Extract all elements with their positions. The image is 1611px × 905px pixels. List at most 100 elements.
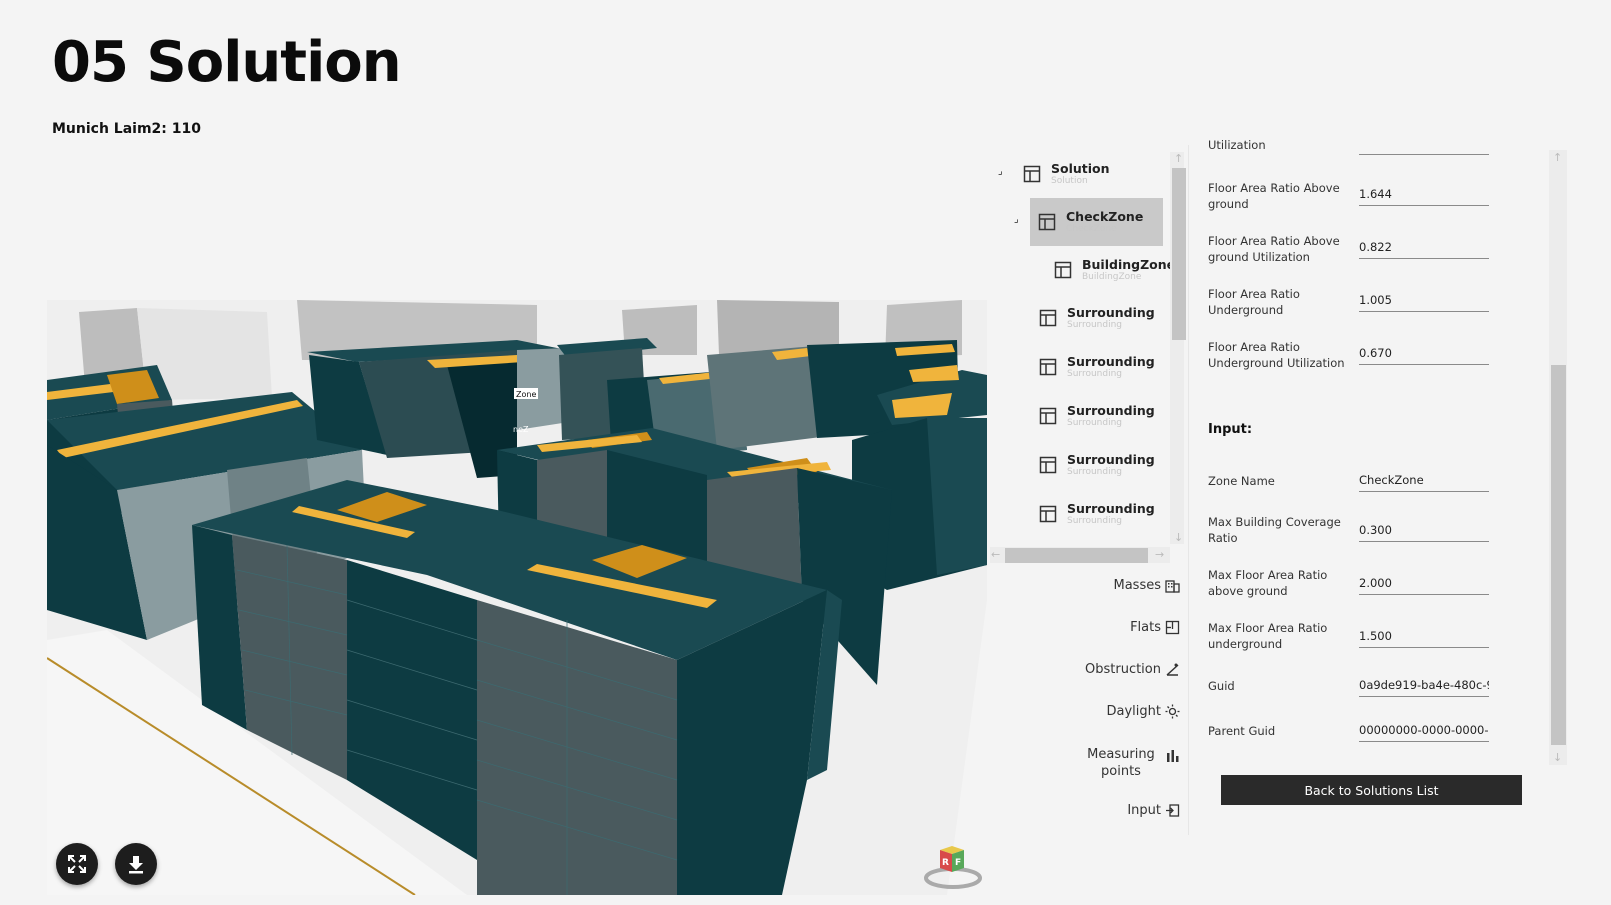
property-label: Max Building Coverage Ratio (1208, 515, 1341, 545)
tree-item-label: CheckZone (1066, 208, 1144, 224)
scroll-up-icon[interactable]: ↑ (1553, 152, 1562, 163)
tree-item-type: Surrounding (1067, 467, 1123, 478)
tree-item-type: Surrounding (1067, 516, 1123, 527)
scroll-down-icon[interactable]: ↓ (1174, 532, 1183, 543)
tree-item-surrounding[interactable]: Surrounding Surrounding (1031, 490, 1188, 538)
collapse-caret-icon[interactable]: ⌟ (998, 166, 1003, 177)
back-to-solutions-button[interactable]: Back to Solutions List (1221, 775, 1522, 805)
tree-item-type: Surrounding (1067, 320, 1123, 331)
expand-icon (68, 855, 86, 873)
tree-item-type: Surrounding (1067, 369, 1123, 380)
bar-chart-icon (1167, 750, 1179, 762)
tree-item-type: Solution (1051, 176, 1088, 187)
building-icon (1165, 580, 1180, 593)
tree-item-type: Surrounding (1067, 418, 1123, 429)
tree-item-label: Surrounding (1067, 402, 1155, 418)
tree-item-type: BuildingZone (1082, 272, 1142, 283)
nav-daylight[interactable]: Daylight (1107, 704, 1180, 719)
layout-icon (1039, 358, 1057, 376)
layout-icon (1039, 456, 1057, 474)
tree-item-buildingzone[interactable]: BuildingZone BuildingZone (1046, 246, 1175, 294)
tree-item-label: BuildingZone (1082, 256, 1176, 272)
property-label: Max Floor Area Ratio above ground (1208, 568, 1328, 598)
cube-letter-r: R (942, 858, 949, 868)
property-label: Utilization (1208, 140, 1266, 152)
download-icon (129, 856, 143, 874)
tree-item-solution[interactable]: Solution Solution (1015, 150, 1185, 198)
collapse-caret-icon[interactable]: ⌟ (1014, 214, 1019, 225)
zone-name-field[interactable]: CheckZone (1359, 473, 1489, 492)
nav-label: Input (1127, 803, 1161, 818)
nav-flats[interactable]: Flats (1130, 620, 1180, 635)
scroll-up-icon[interactable]: ↑ (1174, 153, 1183, 164)
cube-letter-f: F (955, 858, 961, 868)
tree-item-surrounding[interactable]: Surrounding Surrounding (1031, 392, 1188, 440)
properties-scroll-thumb[interactable] (1551, 365, 1566, 745)
guid-field[interactable]: 0a9de919-ba4e-480c-9 (1359, 678, 1489, 697)
nav-label: Daylight (1106, 704, 1161, 719)
property-value: 0.670 (1359, 346, 1489, 365)
property-label: Max Floor Area Ratio underground (1208, 621, 1328, 651)
property-label: Floor Area Ratio Above ground Utilizatio… (1208, 234, 1340, 264)
nav-label: Obstruction (1085, 662, 1161, 677)
property-label: Floor Area Ratio Underground (1208, 287, 1300, 317)
nav-label: Masses (1113, 578, 1162, 593)
tree-item-label: Solution (1051, 160, 1110, 176)
orientation-ring (924, 867, 982, 889)
nav-input[interactable]: Input (1127, 803, 1180, 818)
sun-icon (1165, 704, 1180, 719)
property-label: Guid (1208, 679, 1235, 693)
tree-item-label: Surrounding (1067, 353, 1155, 369)
property-value: 1.005 (1359, 293, 1489, 312)
scene-tree[interactable]: ⌟ Solution Solution ⌟ CheckZone CheckZone … (995, 150, 1188, 550)
nav-label: Measuring points (1087, 747, 1155, 779)
input-icon (1166, 804, 1180, 817)
nav-masses[interactable]: Masses (1114, 578, 1181, 593)
tree-item-label: Surrounding (1067, 304, 1155, 320)
layout-icon (1054, 261, 1072, 279)
layout-icon (1039, 505, 1057, 523)
project-subtitle: Munich Laim2: 110 (52, 121, 201, 137)
scroll-down-icon[interactable]: ↓ (1553, 752, 1562, 763)
layout-icon (1023, 165, 1041, 183)
nav-measuring-points[interactable]: Measuring points (1081, 746, 1180, 780)
layout-icon (1038, 213, 1056, 231)
floorplan-icon (1165, 620, 1180, 635)
fullscreen-button[interactable] (56, 843, 98, 885)
property-label: Floor Area Ratio Above ground (1208, 181, 1340, 211)
obstruction-icon (1166, 663, 1179, 676)
3d-scene[interactable]: Zone neZ (47, 300, 987, 895)
page-title: 05 Solution (52, 30, 402, 95)
scroll-right-icon[interactable]: → (1155, 549, 1164, 560)
parent-guid-field[interactable]: 00000000-0000-0000-0 (1359, 723, 1489, 742)
nav-obstruction[interactable]: Obstruction (1085, 662, 1180, 677)
property-label: Zone Name (1208, 474, 1275, 488)
layout-icon (1039, 407, 1057, 425)
property-value: 1.644 (1359, 187, 1489, 206)
tree-item-label: Surrounding (1067, 451, 1155, 467)
tree-item-surrounding[interactable]: Surrounding Surrounding (1031, 441, 1188, 489)
tree-hscroll-thumb[interactable] (1005, 548, 1148, 563)
tree-scroll-thumb[interactable] (1172, 168, 1186, 340)
tree-item-surrounding[interactable]: Surrounding Surrounding (1031, 343, 1188, 391)
tree-item-surrounding[interactable]: Surrounding Surrounding (1031, 294, 1188, 342)
property-value: 0.822 (1359, 240, 1489, 259)
panel-divider (1188, 145, 1189, 835)
tree-item-type: CheckZone (1066, 224, 1117, 235)
orientation-cube[interactable]: R F (922, 840, 984, 890)
layout-icon (1039, 309, 1057, 327)
property-label: Parent Guid (1208, 724, 1276, 738)
max-coverage-field[interactable]: 0.300 (1359, 523, 1489, 542)
download-button[interactable] (115, 843, 157, 885)
max-far-above-field[interactable]: 2.000 (1359, 576, 1489, 595)
input-section-heading: Input: (1208, 422, 1253, 437)
zone-label: Zone (516, 390, 536, 399)
3d-viewport[interactable]: Zone neZ (47, 300, 987, 895)
property-label: Floor Area Ratio Underground Utilization (1208, 340, 1345, 370)
zone-label-2: neZ (513, 425, 529, 434)
tree-item-checkzone[interactable]: CheckZone CheckZone (1030, 198, 1163, 246)
max-far-under-field[interactable]: 1.500 (1359, 629, 1489, 648)
property-value (1359, 140, 1489, 155)
nav-label: Flats (1130, 620, 1161, 635)
scroll-left-icon[interactable]: ← (991, 549, 1000, 560)
